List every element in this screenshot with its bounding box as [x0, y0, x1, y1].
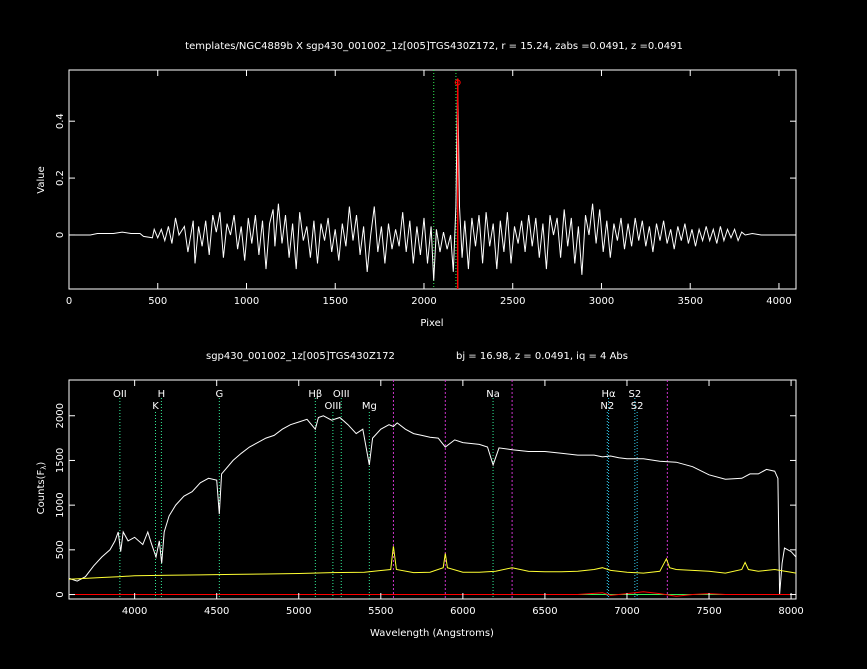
spectrum-x-tick-label: 5000	[286, 606, 311, 617]
spectrum-feature-label: S2	[628, 389, 641, 400]
xcorr-x-tick-label: 4000	[766, 296, 791, 307]
xcorr-y-tick-label: 0	[55, 232, 66, 238]
spectrum-feature-label: Mg	[362, 401, 377, 412]
spectrum-ticks: 4000 4500 5000 5500 6000 6500 7000 7500 8000 0 500…	[55, 380, 804, 617]
spectrum-flux-line	[68, 415, 797, 595]
xcorr-x-tick-label: 2000	[411, 296, 436, 307]
spectrum-feature-label: S2	[631, 401, 644, 412]
xcorr-x-tick-label: 3000	[589, 296, 614, 307]
spectrum-y-tick-label: 1000	[55, 492, 66, 517]
spectrum-x-tick-label: 7500	[696, 606, 721, 617]
spectrum-feature-label: Hα	[602, 389, 617, 400]
spectrum-feature-label: H	[158, 389, 166, 400]
spectrum-feature-label: G	[215, 389, 223, 400]
xcorr-x-tick-label: 3500	[677, 296, 702, 307]
spectrum-x-tick-label: 4500	[204, 606, 229, 617]
spectrum-y-tick-label: 2000	[55, 403, 66, 428]
spectrum-panel: sgp430_001002_1z[005]TGS430Z172 bj = 16.…	[36, 351, 804, 639]
xcorr-x-tick-label: 500	[148, 296, 167, 307]
spectrum-y-axis-label: Counts(Fλ)	[36, 462, 48, 515]
xcorr-x-tick-label: 1000	[234, 296, 259, 307]
spectrum-feature-label: OII	[113, 389, 127, 400]
xcorr-y-tick-label: 0.4	[55, 113, 66, 129]
spectrum-feature-label: Hβ	[308, 389, 322, 400]
spectrum-series	[68, 415, 797, 597]
spectrum-error-line	[68, 546, 797, 580]
spectrum-frame	[68, 379, 797, 600]
spectrum-feature-label: OIII	[333, 389, 350, 400]
spectrum-y-tick-label: 1500	[55, 448, 66, 473]
spectrum-x-tick-label: 5500	[368, 606, 393, 617]
spectrum-feature-label: Na	[486, 389, 500, 400]
spectrum-y-tick-label: 500	[55, 540, 66, 559]
spectrum-x-tick-label: 7000	[614, 606, 639, 617]
xcorr-panel: templates/NGC4889b X sgp430_001002_1z[00…	[36, 41, 797, 329]
xcorr-x-tick-label: 2500	[500, 296, 525, 307]
spectrum-feature-label: OIII	[325, 401, 342, 412]
spectrum-x-tick-label: 6500	[532, 606, 557, 617]
xcorr-x-tick-label: 1500	[323, 296, 348, 307]
spectrum-feature-label: K	[152, 401, 159, 412]
spectrum-x-tick-label: 8000	[778, 606, 803, 617]
xcorr-y-axis-label: Value	[36, 166, 47, 193]
spectrum-title: sgp430_001002_1z[005]TGS430Z172	[206, 351, 395, 362]
spectrum-subtitle: bj = 16.98, z = 0.0491, iq = 4 Abs	[456, 351, 628, 362]
xcorr-title: templates/NGC4889b X sgp430_001002_1z[00…	[185, 41, 683, 52]
xcorr-series-line	[69, 78, 796, 281]
spectrum-x-axis-label: Wavelength (Angstroms)	[370, 628, 494, 639]
xcorr-x-tick-label: 0	[66, 296, 72, 307]
spectrum-x-tick-label: 4000	[122, 606, 147, 617]
xcorr-x-axis-label: Pixel	[420, 318, 443, 329]
spectrum-figure: templates/NGC4889b X sgp430_001002_1z[00…	[36, 41, 804, 639]
xcorr-ticks: 0 500 1000 1500 2000 2500 3000 3500 4000 0 0.2 0.4	[55, 70, 796, 307]
spectrum-y-tick-label: 0	[55, 591, 66, 597]
spectrum-feature-label: N2	[600, 401, 614, 412]
spectrum-line-markers: OIIKH G HβOIIIOIIIMgNaN2Hα S2S2	[113, 380, 668, 599]
spectrum-x-tick-label: 6000	[450, 606, 475, 617]
xcorr-y-tick-label: 0.2	[55, 170, 66, 186]
